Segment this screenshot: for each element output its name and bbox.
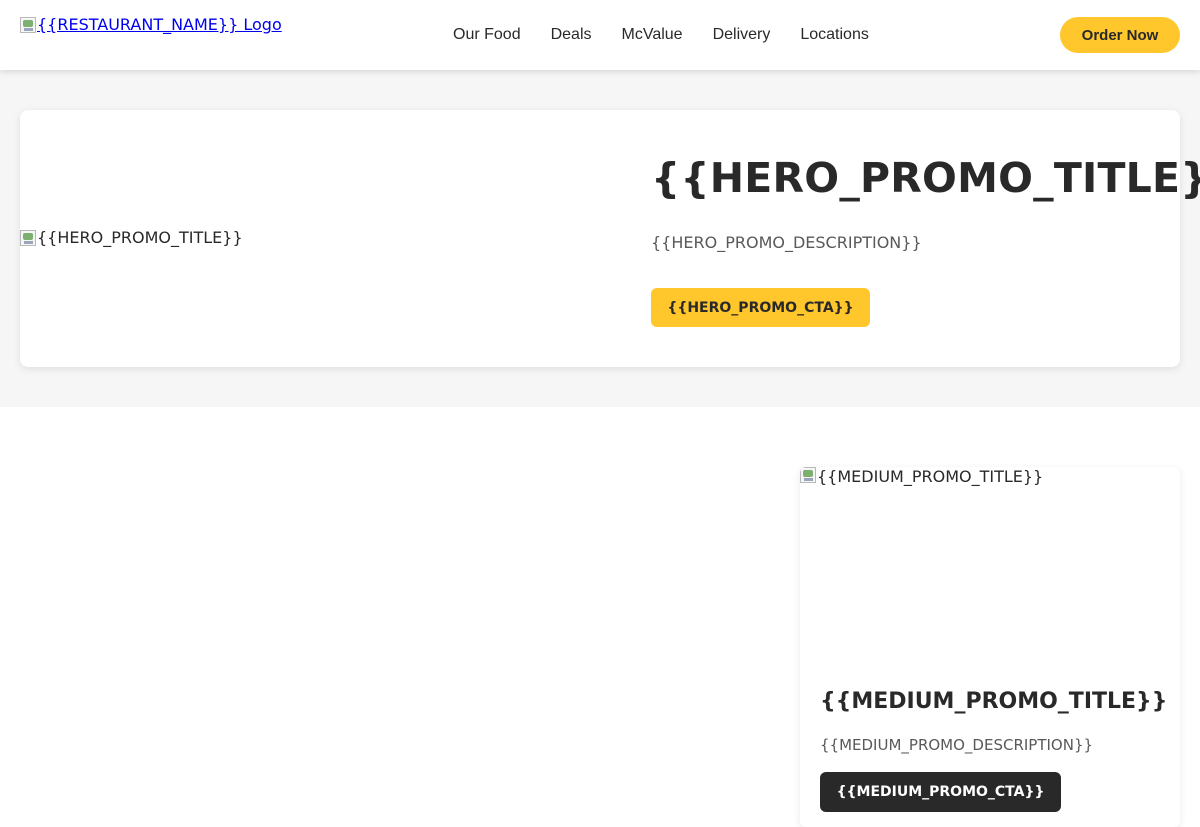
nav-item-our-food[interactable]: Our Food xyxy=(438,26,536,44)
medium-promo-title: {{MEDIUM_PROMO_TITLE}} xyxy=(820,689,1168,714)
nav-item-mcvalue[interactable]: McValue xyxy=(607,26,698,44)
hero-promo-title: {{HERO_PROMO_TITLE}} xyxy=(651,154,1200,202)
site-header: {{RESTAURANT_NAME}} Logo Our Food Deals … xyxy=(0,0,1200,70)
medium-promo-card: {{MEDIUM_PROMO_TITLE}} {{MEDIUM_PROMO_TI… xyxy=(800,467,1180,827)
hero-promo-cta-button[interactable]: {{HERO_PROMO_CTA}} xyxy=(651,288,870,327)
order-now-button[interactable]: Order Now xyxy=(1060,17,1180,53)
nav-item-delivery[interactable]: Delivery xyxy=(698,26,786,44)
hero-image-alt-text: {{HERO_PROMO_TITLE}} xyxy=(37,228,243,247)
medium-promo-description: {{MEDIUM_PROMO_DESCRIPTION}} xyxy=(820,736,1094,754)
hero-promo-description: {{HERO_PROMO_DESCRIPTION}} xyxy=(651,233,922,252)
medium-promo-image: {{MEDIUM_PROMO_TITLE}} xyxy=(800,467,1180,667)
broken-image-icon xyxy=(20,16,36,33)
hero-promo-card: {{HERO_PROMO_TITLE}} {{HERO_PROMO_TITLE}… xyxy=(20,110,1200,367)
logo-alt-text: {{RESTAURANT_NAME}} Logo xyxy=(37,15,282,34)
broken-image-icon xyxy=(20,229,36,246)
broken-image-icon xyxy=(800,467,816,483)
hero-section: {{HERO_PROMO_TITLE}} {{HERO_PROMO_TITLE}… xyxy=(0,70,1200,407)
medium-promo-cta-button[interactable]: {{MEDIUM_PROMO_CTA}} xyxy=(820,772,1061,812)
main-nav: Our Food Deals McValue Delivery Location… xyxy=(438,0,884,70)
nav-item-deals[interactable]: Deals xyxy=(536,26,607,44)
medium-image-alt-text: {{MEDIUM_PROMO_TITLE}} xyxy=(817,467,1044,486)
nav-item-locations[interactable]: Locations xyxy=(785,26,884,44)
hero-promo-image: {{HERO_PROMO_TITLE}} xyxy=(20,228,243,247)
logo-link[interactable]: {{RESTAURANT_NAME}} Logo xyxy=(20,15,282,34)
